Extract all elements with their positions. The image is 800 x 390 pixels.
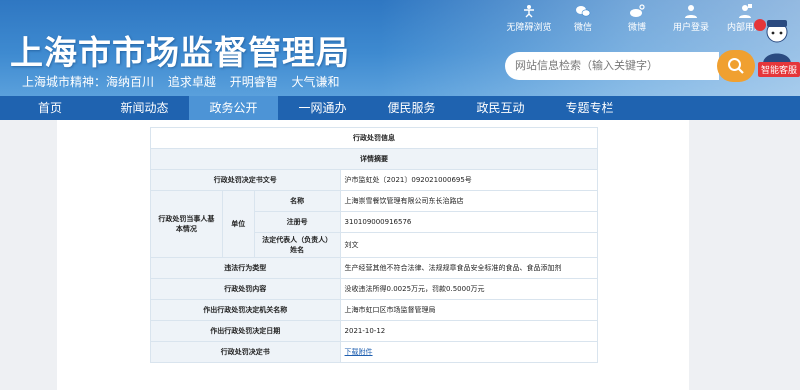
- table-title: 行政处罚信息: [150, 127, 598, 149]
- site-header: 上海市市场监督管理局 上海城市精神：海纳百川 追求卓越 开明睿智 大气谦和 无障…: [0, 0, 800, 96]
- city-slogan: 上海城市精神：海纳百川 追求卓越 开明睿智 大气谦和: [22, 73, 350, 90]
- nav-item-news[interactable]: 新闻动态: [100, 96, 189, 120]
- weibo-label: 微博: [627, 23, 646, 33]
- table-subtitle: 详情摘要: [150, 148, 598, 170]
- name-label: 名称: [253, 190, 341, 212]
- search-input[interactable]: 网站信息检索（输入关键字）: [505, 52, 719, 80]
- weibo-icon: [630, 4, 645, 17]
- decision-no-value: 沪市监虹处〔2021〕092021000695号: [339, 169, 599, 191]
- nav-item-topics[interactable]: 专题专栏: [545, 96, 634, 120]
- nav-item-gov-affairs[interactable]: 政务公开: [189, 96, 278, 120]
- party-type-label: 单位: [221, 190, 255, 258]
- download-attachment-link[interactable]: 下载附件: [345, 348, 373, 356]
- reg-no-label: 注册号: [253, 211, 341, 233]
- nav-item-one-stop[interactable]: 一网通办: [278, 96, 367, 120]
- penalty-info-table: 行政处罚信息 详情摘要 行政处罚决定书文号 沪市监虹处〔2021〕0920210…: [150, 127, 599, 363]
- reg-no-value: 310109000916576: [339, 211, 599, 233]
- accessibility-label: 无障碍浏览: [506, 23, 552, 33]
- slogan-part: 追求卓越: [167, 75, 216, 89]
- accessibility-link[interactable]: 无障碍浏览: [502, 4, 556, 33]
- nav-item-services[interactable]: 便民服务: [367, 96, 456, 120]
- penalty-value: 没收违法所得0.0025万元，罚款0.5000万元: [339, 278, 599, 300]
- penalty-label: 行政处罚内容: [150, 278, 341, 300]
- authority-label: 作出行政处罚决定机关名称: [150, 299, 341, 321]
- user-login-link[interactable]: 用户登录: [664, 4, 718, 33]
- smart-service-label[interactable]: 智能客服: [758, 62, 800, 77]
- wechat-label: 微信: [573, 23, 592, 33]
- slogan-part: 大气谦和: [291, 75, 340, 89]
- nav-item-home[interactable]: 首页: [0, 96, 100, 120]
- search-button[interactable]: [717, 50, 755, 82]
- party-section-label: 行政处罚当事人基本情况: [150, 190, 223, 258]
- slogan-part: 开明睿智: [229, 75, 278, 89]
- wechat-icon: [576, 6, 591, 17]
- accessibility-icon: [524, 5, 534, 18]
- search-icon: [728, 58, 744, 74]
- violation-type-value: 生产经营其他不符合法律、法规规章食品安全标准的食品、食品添加剂: [339, 257, 599, 279]
- nav-item-interaction[interactable]: 政民互动: [456, 96, 545, 120]
- weibo-link[interactable]: 微博: [610, 4, 664, 33]
- user-login-label: 用户登录: [672, 23, 709, 33]
- date-label: 作出行政处罚决定日期: [150, 320, 341, 342]
- violation-type-label: 违法行为类型: [150, 257, 341, 279]
- legal-rep-value: 刘文: [339, 232, 599, 258]
- authority-value: 上海市虹口区市场监督管理局: [339, 299, 599, 321]
- user-icon: [685, 5, 697, 18]
- slogan-part: 上海城市精神：海纳百川: [22, 75, 155, 89]
- document-label: 行政处罚决定书: [150, 341, 341, 363]
- legal-rep-label: 法定代表人（负责人）姓名: [253, 232, 341, 258]
- site-title[interactable]: 上海市市场监督管理局: [10, 26, 350, 74]
- name-value: 上海崇雪餐饮管理有限公司东长治路店: [339, 190, 599, 212]
- internal-user-icon: [739, 4, 752, 18]
- main-nav: 首页 新闻动态 政务公开 一网通办 便民服务 政民互动 专题专栏: [0, 96, 800, 120]
- date-value: 2021-10-12: [339, 320, 599, 342]
- wechat-link[interactable]: 微信: [556, 4, 610, 33]
- top-links: 无障碍浏览 微信 微博 用户登录 内部用户: [502, 4, 772, 33]
- decision-no-label: 行政处罚决定书文号: [150, 169, 341, 191]
